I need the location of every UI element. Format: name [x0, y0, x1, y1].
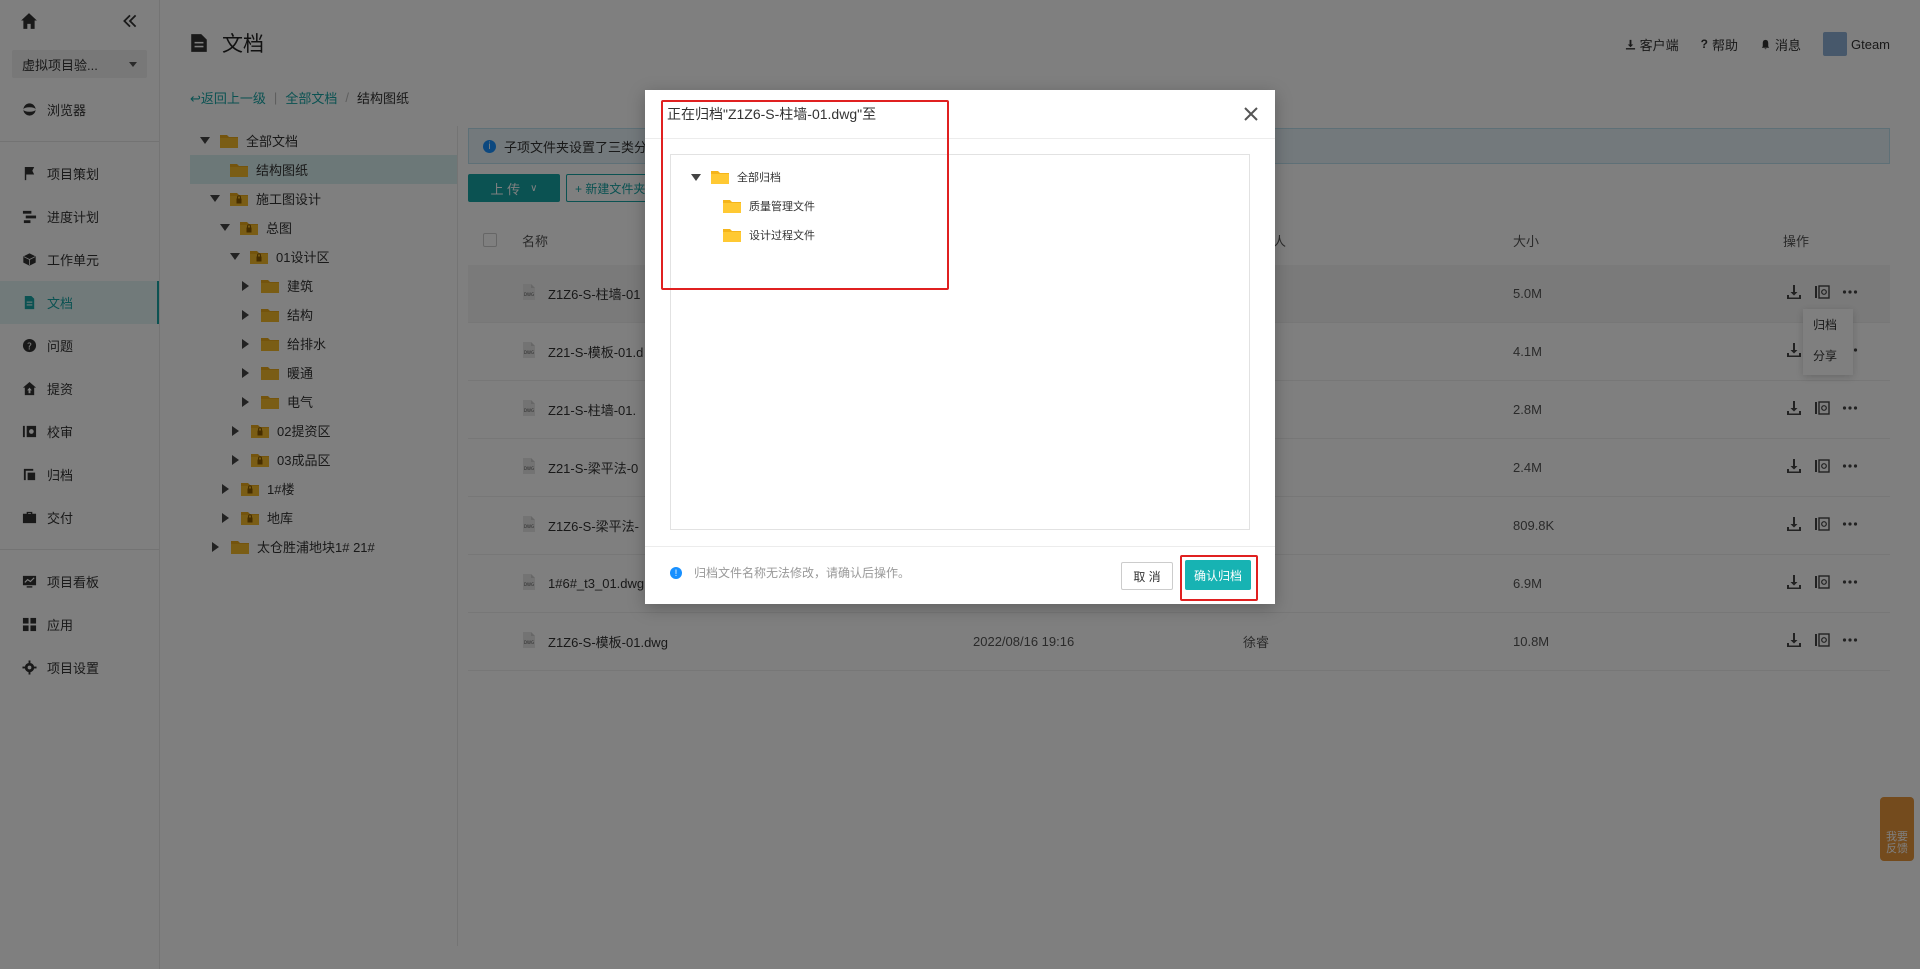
archive-tree-label: 设计过程文件	[749, 230, 815, 242]
folder-icon	[723, 228, 741, 242]
dialog-note: ! 归档文件名称无法修改，请确认后操作。	[670, 564, 910, 581]
divider	[645, 546, 1275, 547]
archive-tree-design[interactable]: 设计过程文件	[723, 227, 815, 243]
divider	[645, 138, 1275, 139]
cancel-button[interactable]: 取 消	[1121, 562, 1173, 590]
caret-down-icon[interactable]	[691, 173, 701, 181]
archive-tree-label: 全部归档	[737, 172, 781, 184]
archive-tree-quality[interactable]: 质量管理文件	[723, 198, 815, 214]
close-icon[interactable]	[1241, 104, 1261, 124]
confirm-archive-button[interactable]: 确认归档	[1185, 560, 1251, 590]
dialog-title: 正在归档"Z1Z6-S-柱墙-01.dwg"至	[667, 106, 877, 122]
archive-tree-root[interactable]: 全部归档	[691, 169, 781, 185]
info-icon: !	[670, 566, 682, 579]
archive-tree-label: 质量管理文件	[749, 201, 815, 213]
dialog-note-text: 归档文件名称无法修改，请确认后操作。	[694, 566, 911, 580]
folder-icon	[711, 170, 729, 184]
archive-dialog: 正在归档"Z1Z6-S-柱墙-01.dwg"至 全部归档 质量管理文件 设计过程…	[645, 90, 1275, 604]
archive-folder-tree: 全部归档 质量管理文件 设计过程文件	[670, 154, 1250, 530]
folder-icon	[723, 199, 741, 213]
